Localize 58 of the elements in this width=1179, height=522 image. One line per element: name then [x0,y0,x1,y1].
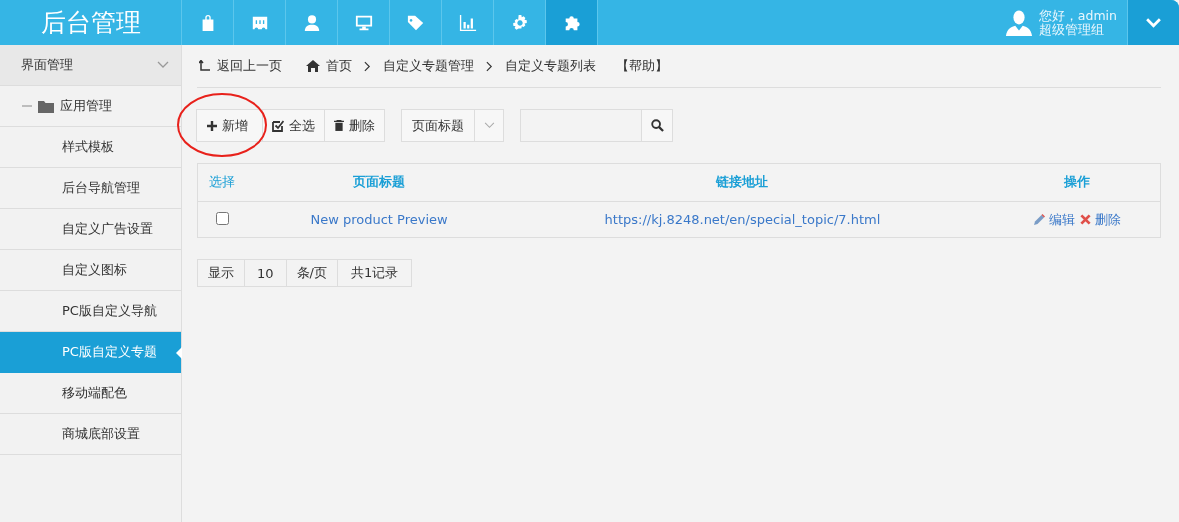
avatar-icon [1004,8,1033,37]
url-link[interactable]: https://kj.8248.net/en/special_topic/7.html [604,212,881,227]
sidebar-item[interactable]: 自定义图标 [0,250,181,291]
user-menu-button[interactable] [1127,0,1179,45]
search-icon [650,119,664,132]
user-greeting: 您好，admin [1038,8,1117,23]
sidebar-item[interactable]: 样式模板 [0,127,181,168]
pagination-label: 显示 [197,259,245,287]
tag-icon [406,13,425,32]
nav-button[interactable] [546,0,598,45]
chevron-down-icon [1145,17,1162,28]
settings-icon [510,13,529,32]
record-count: 共1记录 [336,259,413,287]
trash-icon [334,120,344,131]
monitor-icon [354,13,373,32]
bar-chart-icon [458,13,477,32]
back-link[interactable]: 返回上一页 [199,57,282,75]
home-icon [306,60,320,72]
pagination-label: 条/页 [285,259,338,287]
chevron-down-icon [157,61,169,69]
row-checkbox[interactable] [216,211,229,225]
plus-icon [207,120,217,131]
chevron-down-icon [483,122,495,129]
sidebar-item[interactable]: 商城底部设置 [0,414,181,455]
sidebar-item[interactable]: 自定义广告设置 [0,209,181,250]
page-size-field[interactable]: 10 [244,259,287,287]
search-button[interactable] [642,109,673,142]
search-field[interactable] [520,109,642,142]
chevron-right-icon [364,60,371,72]
breadcrumb-link[interactable]: 自定义专题列表 [505,57,596,75]
sidebar-item[interactable]: 移动端配色 [0,373,181,414]
toolbar-button[interactable]: 新增 [196,109,263,142]
user-role: 超级管理组 [1038,22,1105,37]
action-link[interactable]: 删除 [1080,210,1122,229]
column-header: 链接地址 [716,174,769,189]
toolbar-button[interactable]: 删除 [324,109,385,142]
pencil-icon [1033,213,1046,226]
filter-dropdown[interactable]: 页面标题 [401,109,504,142]
group-label: 应用管理 [60,97,112,115]
toolbar-button[interactable]: 全选 [262,109,325,142]
sidebar-section[interactable]: 界面管理 [0,45,181,86]
action-link[interactable]: 编辑 [1033,210,1076,229]
sidebar-item[interactable]: 后台导航管理 [0,168,181,209]
title-link[interactable]: New product Preview [310,212,448,227]
section-label: 界面管理 [21,56,73,74]
column-header: 操作 [1064,174,1091,189]
help-link[interactable]: 【帮助】 [616,57,668,75]
column-header: 页面标题 [353,174,406,189]
checkbox-icon [272,119,284,132]
cross-icon [1080,214,1092,225]
sidebar-group[interactable]: 应用管理 [0,86,181,127]
breadcrumb-link[interactable]: 首页 [306,57,352,75]
folder-icon [38,99,54,113]
column-header: 选择 [209,174,235,189]
breadcrumb-link[interactable]: 自定义专题管理 [383,57,474,75]
chevron-right-icon [486,60,493,72]
back-arrow-icon [199,60,211,72]
user-icon [302,13,321,32]
